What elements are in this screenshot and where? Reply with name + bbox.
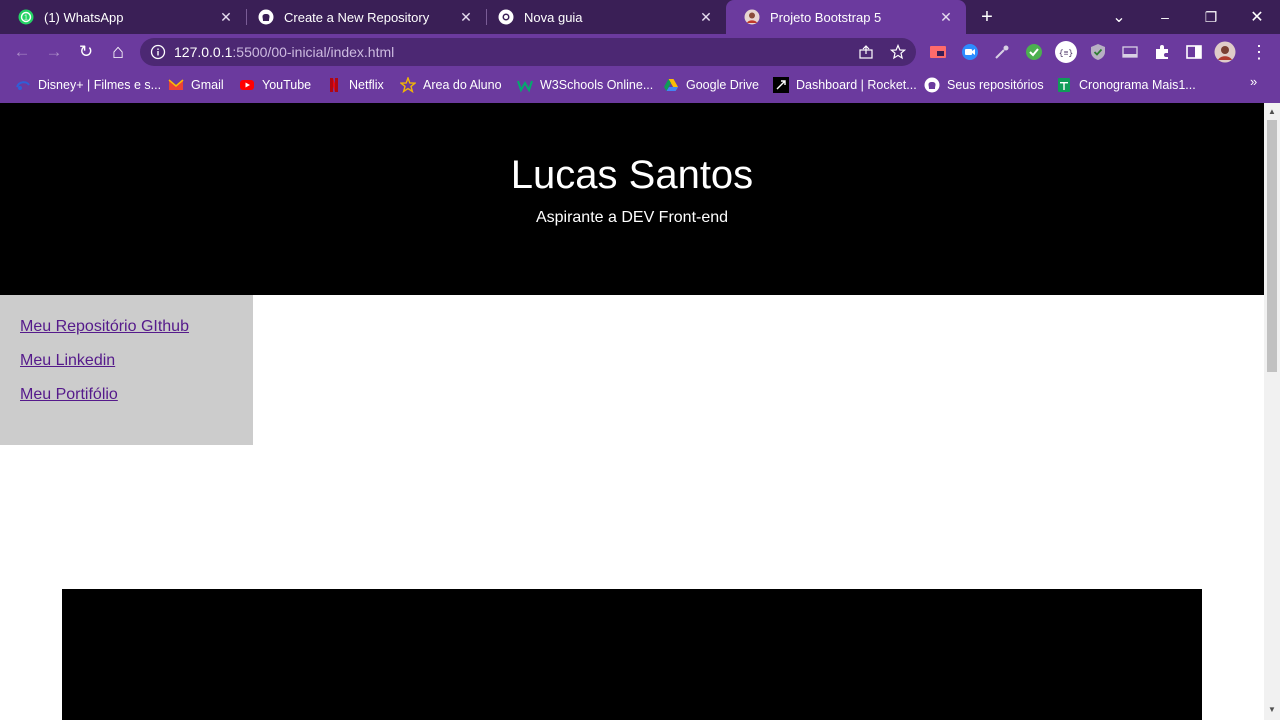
shield-extension-icon[interactable] — [1089, 43, 1107, 61]
forward-button[interactable]: → — [41, 39, 67, 65]
bookmark-label: YouTube — [262, 78, 312, 92]
bookmarks-bar: Disney+ | Filmes e s... Gmail YouTube Ne… — [0, 70, 1280, 100]
home-button[interactable]: ⌂ — [105, 39, 131, 65]
netflix-icon — [326, 77, 342, 93]
chrome-icon — [498, 9, 514, 25]
scroll-down-icon[interactable]: ▼ — [1268, 706, 1276, 714]
bookmark-netflix[interactable]: Netflix — [326, 75, 384, 95]
portfolio-link[interactable]: Meu Portifólio — [20, 385, 253, 404]
black-content-box — [62, 589, 1202, 720]
page-subtitle: Aspirante a DEV Front-end — [535, 209, 729, 226]
bookmark-label: Area do Aluno — [423, 78, 502, 92]
new-tab-button[interactable]: + — [976, 6, 998, 28]
bookmark-label: Disney+ | Filmes e s... — [38, 78, 162, 92]
bookmark-label: Dashboard | Rocket... — [796, 78, 917, 92]
eyedropper-extension-icon[interactable] — [993, 43, 1011, 61]
page-header: Lucas Santos Aspirante a DEV Front-end — [0, 103, 1264, 295]
tab-create-repository[interactable]: Create a New Repository ✕ — [240, 0, 486, 34]
tab-search-button[interactable]: ⌄ — [1096, 0, 1142, 34]
grammar-extension-icon[interactable] — [1025, 43, 1043, 61]
rocketseat-icon — [773, 77, 789, 93]
bookmark-label: Gmail — [191, 78, 224, 92]
svg-text:1: 1 — [24, 15, 28, 22]
side-panel-icon[interactable] — [1185, 43, 1203, 61]
svg-text:{≡}: {≡} — [1059, 50, 1073, 59]
tab-title: Create a New Repository — [284, 9, 430, 25]
gmail-icon — [168, 77, 184, 93]
profile-avatar-icon[interactable] — [1214, 41, 1236, 63]
json-extension-icon[interactable]: {≡} — [1054, 40, 1078, 64]
tab-close-icon[interactable]: ✕ — [698, 9, 714, 25]
sheets-icon — [1056, 77, 1072, 93]
bookmark-label: Google Drive — [686, 78, 759, 92]
bookmark-rocketseat[interactable]: Dashboard | Rocket... — [773, 75, 917, 95]
url-host: 127.0.0.1 — [174, 44, 233, 60]
whatsapp-icon: 1 — [18, 9, 34, 25]
w3schools-icon — [517, 77, 533, 93]
browser-menu-button[interactable]: ⋮ — [1246, 39, 1272, 65]
youtube-icon — [239, 77, 255, 93]
bookmark-seus-repositorios[interactable]: Seus repositórios — [924, 75, 1044, 95]
google-drive-icon — [663, 77, 679, 93]
reload-button[interactable]: ↻ — [73, 39, 99, 65]
close-window-button[interactable]: ✕ — [1234, 0, 1280, 34]
star-icon — [400, 77, 416, 93]
bookmark-w3schools[interactable]: W3Schools Online... — [517, 75, 653, 95]
bookmark-disney[interactable]: Disney+ | Filmes e s... — [15, 75, 161, 95]
bookmark-area-do-aluno[interactable]: Area do Aluno — [400, 75, 502, 95]
page-viewport: Lucas Santos Aspirante a DEV Front-end M… — [0, 103, 1264, 720]
page-scrollbar[interactable]: ▲ ▼ — [1264, 103, 1280, 720]
bookmark-label: Seus repositórios — [947, 78, 1044, 92]
bookmark-cronograma[interactable]: Cronograma Mais1... — [1056, 75, 1196, 95]
site-info-icon[interactable] — [150, 44, 166, 60]
tab-whatsapp[interactable]: 1 (1) WhatsApp ✕ — [0, 0, 246, 34]
page-title: Lucas Santos — [510, 153, 754, 197]
bookmark-google-drive[interactable]: Google Drive — [663, 75, 759, 95]
bookmarks-overflow-button[interactable]: » — [1250, 74, 1257, 89]
bookmark-label: Netflix — [349, 78, 384, 92]
address-bar[interactable]: 127.0.0.1:5500/00-inicial/index.html — [140, 38, 916, 66]
tab-strip: 1 (1) WhatsApp ✕ Create a New Repository… — [0, 0, 1280, 34]
tab-title: (1) WhatsApp — [44, 9, 124, 25]
github-repository-link[interactable]: Meu Repositório GIthub — [20, 317, 253, 336]
disney-icon — [15, 77, 31, 93]
tab-close-icon[interactable]: ✕ — [938, 9, 954, 25]
scroll-up-icon[interactable]: ▲ — [1268, 108, 1276, 116]
bookmark-youtube[interactable]: YouTube — [239, 75, 311, 95]
github-icon — [258, 9, 274, 25]
bookmark-label: Cronograma Mais1... — [1079, 78, 1196, 92]
tab-projeto-bootstrap[interactable]: Projeto Bootstrap 5 ✕ — [726, 0, 966, 34]
share-icon[interactable] — [858, 44, 874, 60]
tab-title: Projeto Bootstrap 5 — [770, 9, 882, 25]
url-path: :5500/00-inicial/index.html — [232, 44, 395, 60]
sidebar-links: Meu Repositório GIthub Meu Linkedin Meu … — [0, 295, 253, 445]
url-text[interactable]: 127.0.0.1:5500/00-inicial/index.html — [174, 44, 394, 60]
minimize-button[interactable]: – — [1142, 0, 1188, 34]
zoom-extension-icon[interactable] — [961, 43, 979, 61]
linkedin-link[interactable]: Meu Linkedin — [20, 351, 253, 370]
bookmark-gmail[interactable]: Gmail — [168, 75, 224, 95]
extensions-puzzle-icon[interactable] — [1153, 43, 1171, 61]
github-icon — [924, 77, 940, 93]
back-button[interactable]: ← — [9, 39, 35, 65]
browser-toolbar: ← → ↻ ⌂ 127.0.0.1:5500/00-inicial/index.… — [0, 34, 1280, 70]
restore-button[interactable]: ❐ — [1188, 0, 1234, 34]
bookmark-star-icon[interactable] — [889, 43, 907, 60]
bookmark-label: W3Schools Online... — [540, 78, 654, 92]
avatar-icon — [744, 9, 760, 25]
tab-close-icon[interactable]: ✕ — [458, 9, 474, 25]
window-extension-icon[interactable] — [1121, 43, 1139, 61]
tab-close-icon[interactable]: ✕ — [218, 9, 234, 25]
scrollbar-thumb[interactable] — [1267, 120, 1277, 372]
cast-extension-icon[interactable] — [929, 43, 947, 61]
tab-title: Nova guia — [524, 9, 583, 25]
tab-nova-guia[interactable]: Nova guia ✕ — [480, 0, 726, 34]
